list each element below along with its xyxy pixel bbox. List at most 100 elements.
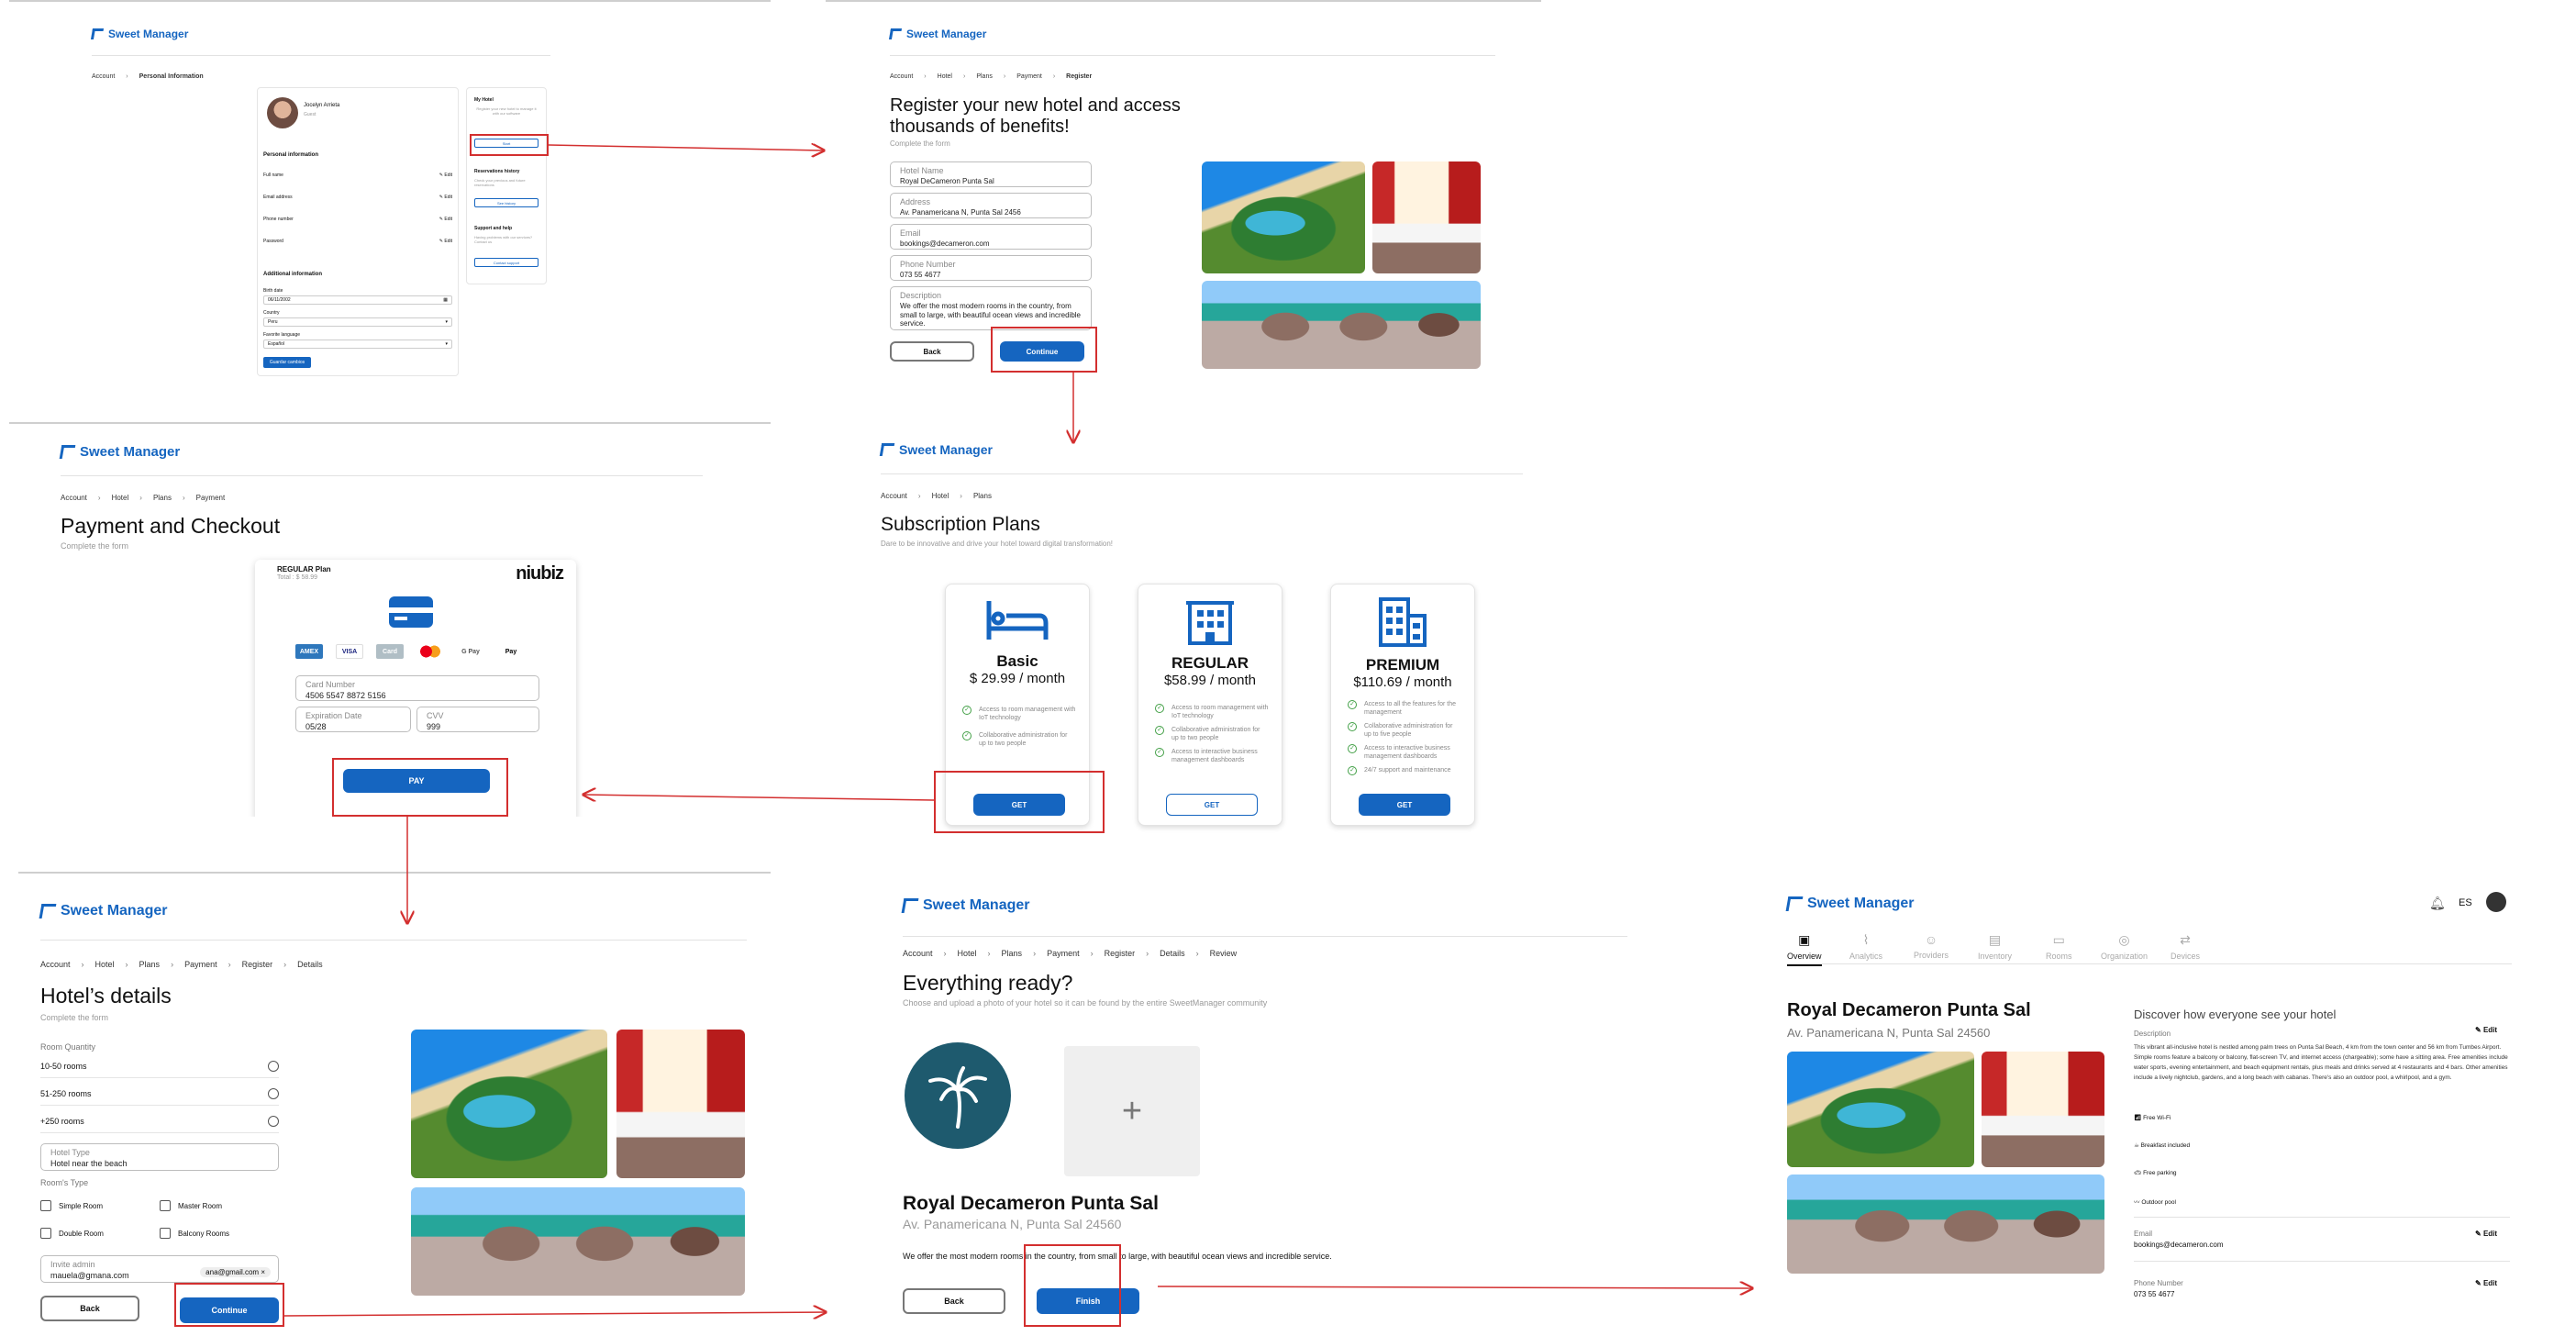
mastercard-logo[interactable]: MC [416, 644, 444, 659]
birth-date-input[interactable]: 06/11/2002 ▦ [263, 295, 452, 305]
contact-support-button[interactable]: Contact support [474, 258, 539, 267]
hotel-type-field[interactable]: Hotel Type Hotel near the beach [40, 1143, 279, 1171]
back-button[interactable]: Back [890, 341, 974, 362]
cvv-field[interactable]: CVV 999 [416, 707, 539, 732]
get-regular-button[interactable]: GET [1166, 794, 1258, 816]
account-avatar-icon[interactable] [2486, 892, 2506, 912]
discover-heading: Discover how everyone see your hotel [2134, 1008, 2337, 1021]
email-chip[interactable]: ana@gmail.com × [200, 1267, 271, 1277]
start-hotel-button[interactable]: Start [474, 139, 539, 148]
email-field[interactable]: Email bookings@decameron.com [890, 224, 1092, 250]
edit-email-button[interactable]: ✎ Edit [2475, 1230, 2497, 1238]
plan-feature: ✓ Access to all the features for the mana… [1348, 700, 1461, 717]
hotel-room-photo [1372, 161, 1481, 273]
google-pay-logo[interactable]: G Pay [457, 644, 484, 659]
screen-review: Sweet Manager Account › Hotel › Plans › Paymen… [881, 872, 1651, 1336]
visa-logo[interactable]: VISA [336, 644, 363, 659]
apple-pay-logo[interactable]: Pay [497, 644, 525, 659]
brand-logo[interactable]: Sweet Manager [90, 28, 188, 40]
room-type-simple[interactable]: Simple Room [40, 1200, 103, 1211]
room-type-balcony[interactable]: Balcony Rooms [160, 1228, 229, 1239]
hotel-name: Royal Decameron Punta Sal [1787, 1000, 2031, 1020]
hotel-logo[interactable] [905, 1042, 1011, 1149]
generic-card-logo[interactable]: Card [376, 644, 404, 659]
tab-rooms[interactable]: ▭ Rooms [2046, 932, 2072, 961]
edit-phone-button[interactable]: ✎ Edit [2475, 1279, 2497, 1287]
edit-phone-button[interactable]: ✎ Edit [439, 217, 452, 222]
user-role: Guest [304, 112, 316, 117]
tab-overview[interactable]: ▣ Overview [1787, 932, 1822, 966]
pay-button[interactable]: PAY [343, 769, 490, 793]
check-circle-icon: ✓ [1155, 726, 1164, 735]
check-circle-icon: ✓ [962, 706, 972, 715]
get-premium-button[interactable]: GET [1359, 794, 1450, 816]
plan-feature: ✓ Collaborative administration for up to … [1155, 726, 1269, 742]
card-number-field[interactable]: Card Number 4506 5547 8872 5156 [295, 675, 539, 701]
save-changes-button[interactable]: Guardar cambios [263, 357, 311, 368]
address-field[interactable]: Address Av. Panamericana N, Punta Sal 245… [890, 193, 1092, 218]
invite-admin-field[interactable]: Invite admin mauela@gmana.com ana@gmail.c… [40, 1255, 279, 1283]
close-icon: × [261, 1268, 265, 1276]
room-type-master[interactable]: Master Room [160, 1200, 222, 1211]
logo-icon [879, 443, 895, 456]
office-building-icon [1375, 594, 1430, 649]
finish-button[interactable]: Finish [1037, 1288, 1139, 1314]
edit-description-button[interactable]: ✎ Edit [2475, 1026, 2497, 1034]
palm-tree-icon [928, 1066, 987, 1129]
plan-feature: ✓ Collaborative administration for up to … [1348, 722, 1461, 739]
tab-analytics[interactable]: ⌇ Analytics [1849, 932, 1882, 961]
add-photo-button[interactable]: + [1064, 1046, 1200, 1176]
room-type-double[interactable]: Double Room [40, 1228, 104, 1239]
brand-logo[interactable]: Sweet Manager [879, 442, 993, 457]
see-history-button[interactable]: See history [474, 198, 539, 207]
continue-button[interactable]: Continue [180, 1297, 279, 1323]
support-text: Having problems with our services? Conta… [474, 235, 533, 244]
tab-devices[interactable]: ⇄ Devices [2171, 932, 2200, 961]
field-row-password: Password ✎ Edit [263, 239, 452, 244]
avatar[interactable] [267, 97, 298, 128]
edit-email-button[interactable]: ✎ Edit [439, 195, 452, 200]
hotel-name-field[interactable]: Hotel Name Royal DeCameron Punta Sal [890, 161, 1092, 187]
qty-option-250-plus[interactable]: +250 rooms [40, 1116, 279, 1133]
amenity-wifi: 📶︎ Free Wi-Fi [2134, 1115, 2171, 1121]
continue-button[interactable]: Continue [1000, 341, 1084, 362]
tab-inventory[interactable]: ▤ Inventory [1978, 932, 2012, 961]
expiration-field[interactable]: Expiration Date 05/28 [295, 707, 411, 732]
radio-button [268, 1116, 279, 1127]
qty-option-51-250[interactable]: 51-250 rooms [40, 1088, 279, 1106]
field-row-email: Email address ✎ Edit [263, 195, 452, 200]
back-button[interactable]: Back [903, 1288, 1005, 1314]
get-basic-button[interactable]: GET [973, 794, 1065, 816]
tab-providers[interactable]: ☺ Providers [1914, 932, 1949, 960]
crumb-current: Personal Information [139, 73, 204, 80]
brand-logo[interactable]: Sweet Manager [1785, 896, 1914, 912]
breadcrumb: Account › Hotel › Plans › Payment › Register › Det… [40, 960, 323, 969]
page-title: Everything ready? [903, 971, 1073, 995]
amex-logo[interactable]: AMEX [295, 644, 323, 659]
crumb-account[interactable]: Account [92, 73, 115, 80]
brand-logo[interactable]: Sweet Manager [901, 897, 1029, 914]
edit-password-button[interactable]: ✎ Edit [439, 239, 452, 244]
country-select[interactable]: Peru ▾ [263, 317, 452, 327]
hotel-aerial-photo [1202, 161, 1365, 273]
brand-logo[interactable]: Sweet Manager [888, 28, 986, 40]
language-toggle[interactable]: ES [2459, 897, 2472, 908]
brand-logo[interactable]: Sweet Manager [39, 903, 167, 919]
qty-option-10-50[interactable]: 10-50 rooms [40, 1061, 279, 1078]
building-icon [1184, 596, 1236, 647]
language-select[interactable]: Español ▾ [263, 340, 452, 349]
phone-value: 073 55 4677 [2134, 1290, 2175, 1298]
back-button[interactable]: Back [40, 1296, 139, 1321]
bell-icon[interactable]: 🔔︎ [2429, 896, 2446, 911]
description-field[interactable]: Description We offer the most modern room… [890, 286, 1092, 330]
screen-plans: Sweet Manager Account › Hotel › Plans Subscr… [826, 422, 1541, 844]
screen-overview: Sweet Manager 🔔︎ ES ▣ Overview ⌇ Analytics… [1761, 872, 2532, 1336]
edit-full-name-button[interactable]: ✎ Edit [439, 173, 452, 178]
plan-feature: ✓ Access to room management with IoT tech… [1155, 704, 1269, 720]
tab-organization[interactable]: ◎ Organization [2101, 932, 2148, 961]
payment-card: REGULAR Plan Total : $ 58.99 niubiz AMEX… [255, 560, 576, 817]
phone-field[interactable]: Phone Number 073 55 4677 [890, 255, 1092, 281]
logo-icon [59, 445, 76, 459]
brand-logo[interactable]: Sweet Manager [59, 444, 180, 460]
plan-name: REGULAR Plan [277, 565, 331, 573]
